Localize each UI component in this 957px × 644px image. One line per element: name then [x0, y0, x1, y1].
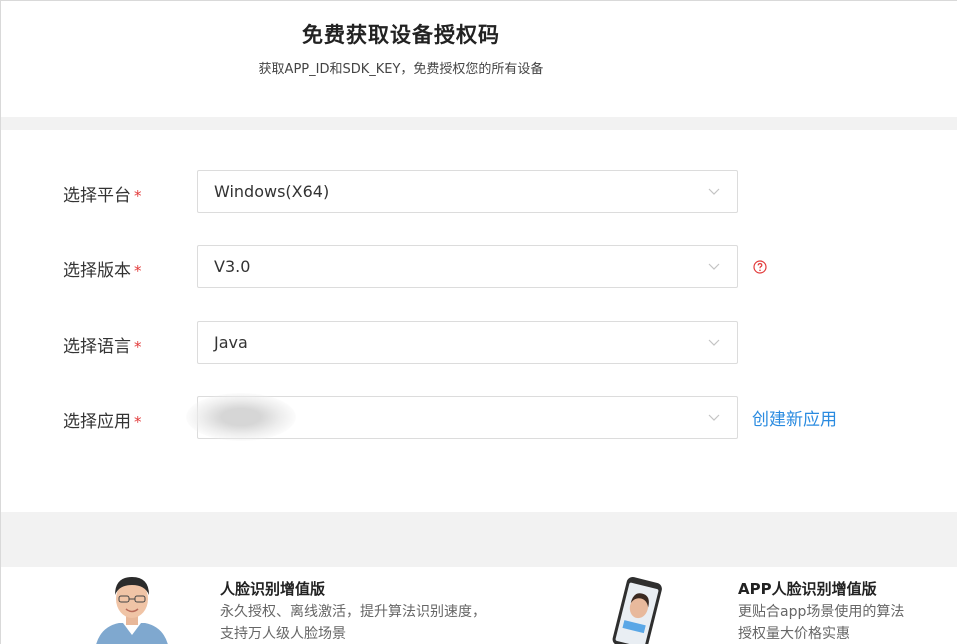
language-select-value: Java [214, 333, 248, 352]
version-select-value: V3.0 [214, 257, 251, 276]
language-label-text: 选择语言 [63, 337, 131, 357]
promo-section: 人脸识别增值版 永久授权、离线激活，提升算法识别速度， 支持万人级人脸场景 AP… [1, 567, 957, 644]
chevron-down-icon [708, 414, 720, 421]
version-row: 选择版本 * V3.0 [1, 245, 957, 289]
chevron-down-icon [708, 188, 720, 195]
version-select[interactable]: V3.0 [197, 245, 738, 288]
version-label-text: 选择版本 [63, 261, 131, 281]
question-circle-icon[interactable] [753, 260, 767, 274]
promo-desc-line2: 支持万人级人脸场景 [220, 626, 346, 642]
language-select[interactable]: Java [197, 321, 738, 364]
required-mark: * [134, 338, 142, 356]
page-header: 免费获取设备授权码 获取APP_ID和SDK_KEY，免费授权您的所有设备 [1, 1, 957, 117]
platform-select-value: Windows(X64) [214, 182, 330, 201]
chevron-down-icon [708, 339, 720, 346]
language-label: 选择语言 * [63, 332, 142, 357]
person-avatar [96, 577, 168, 644]
platform-label: 选择平台 * [63, 181, 142, 206]
required-mark: * [134, 413, 142, 431]
required-mark: * [134, 262, 142, 280]
platform-label-text: 选择平台 [63, 186, 131, 206]
page-title: 免费获取设备授权码 [302, 23, 500, 47]
app-select[interactable] [186, 393, 738, 441]
app-label-text: 选择应用 [63, 412, 131, 432]
language-row: 选择语言 * Java [1, 321, 957, 365]
create-app-link[interactable]: 创建新应用 [752, 405, 837, 430]
section-divider [1, 512, 957, 567]
section-divider [1, 117, 957, 130]
promo-desc-line1: 永久授权、离线激活，提升算法识别速度， [220, 604, 486, 620]
app-row: 选择应用 * 创建新应用 [1, 393, 957, 441]
platform-select[interactable]: Windows(X64) [197, 170, 738, 213]
license-form: 选择平台 * Windows(X64) 选择版本 * V3.0 选择语言 * Java… [1, 130, 957, 512]
phone-face-icon [612, 576, 662, 644]
app-label: 选择应用 * [63, 407, 142, 432]
promo-title: APP人脸识别增值版 [738, 580, 877, 598]
promo-desc-line2: 授权量大价格实惠 [738, 626, 850, 642]
platform-row: 选择平台 * Windows(X64) [1, 170, 957, 214]
page-subtitle: 获取APP_ID和SDK_KEY，免费授权您的所有设备 [258, 62, 544, 77]
promo-title: 人脸识别增值版 [220, 580, 326, 598]
chevron-down-icon [708, 263, 720, 270]
version-label: 选择版本 * [63, 256, 142, 281]
redacted-value [186, 393, 296, 441]
promo-desc-line1: 更贴合app场景使用的算法 [738, 604, 905, 620]
required-mark: * [134, 187, 142, 205]
